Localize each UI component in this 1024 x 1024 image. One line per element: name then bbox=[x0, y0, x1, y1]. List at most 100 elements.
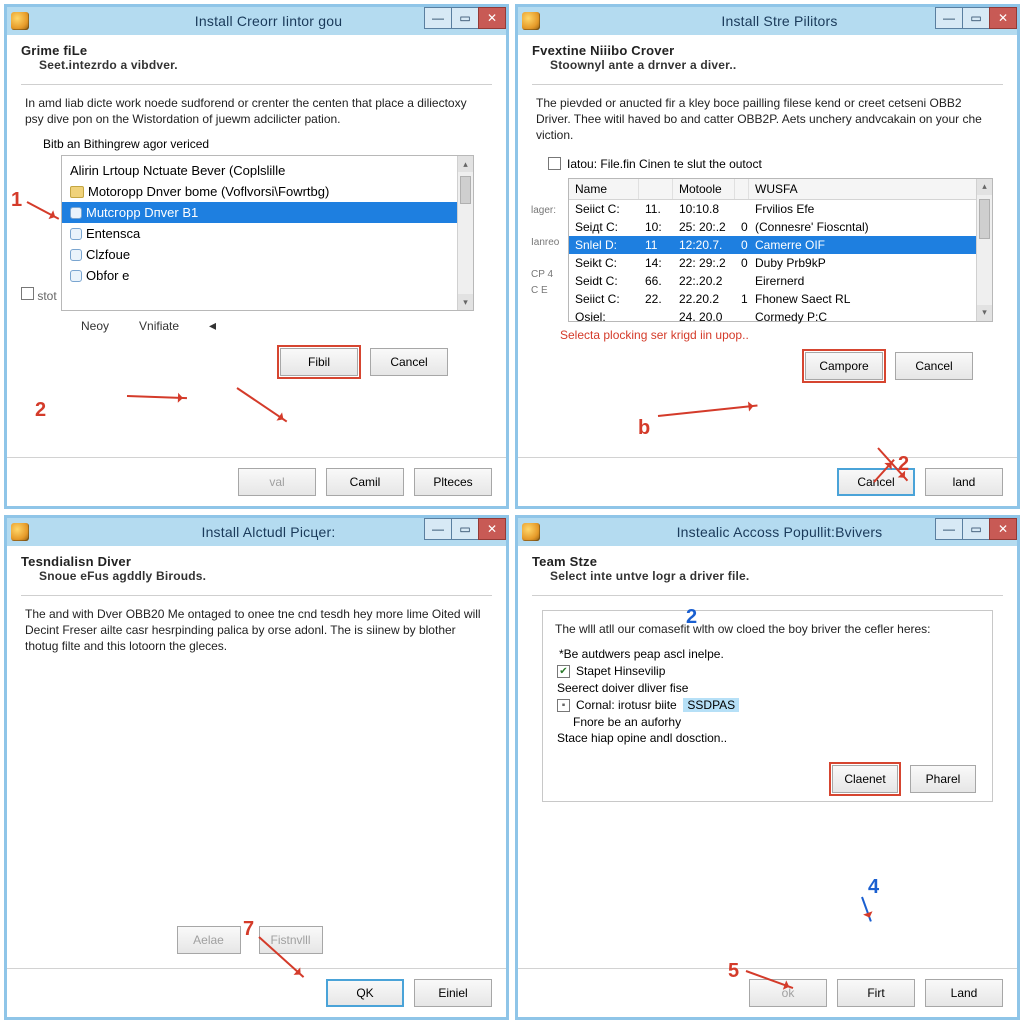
cancel-button[interactable]: Cancel bbox=[895, 352, 973, 380]
mid-button: Fistnvlll bbox=[259, 926, 323, 954]
checkbox-checked[interactable]: ✔ bbox=[557, 665, 570, 678]
ok-button[interactable]: QK bbox=[326, 979, 404, 1007]
maximize-button[interactable]: ▭ bbox=[451, 518, 479, 540]
minimize-button[interactable]: — bbox=[935, 7, 963, 29]
scroll-down-icon[interactable]: ▾ bbox=[977, 305, 992, 321]
checkbox-label: Stapet Hinsevilip bbox=[576, 664, 665, 678]
panel-primary-button[interactable]: Claenet bbox=[832, 765, 898, 793]
footer-button[interactable]: Land bbox=[925, 979, 1003, 1007]
panel-text: The wlll atll our comasefit wlth ow cloe… bbox=[555, 621, 980, 637]
checkbox-label: Cornal: irotusr biite SSDPAS bbox=[576, 698, 739, 712]
primary-button[interactable]: Fibil bbox=[280, 348, 358, 376]
footer-button: val bbox=[238, 468, 316, 496]
checkbox[interactable] bbox=[548, 157, 561, 170]
maximize-button[interactable]: ▭ bbox=[962, 7, 990, 29]
window-br: Instealic Accoss Popullit:Bvivers — ▭ ✕ … bbox=[515, 515, 1020, 1020]
page-heading: Grime fiLe bbox=[21, 43, 492, 58]
checkbox[interactable]: ▪ bbox=[557, 699, 570, 712]
side-checkbox[interactable] bbox=[21, 287, 34, 300]
close-button[interactable]: ✕ bbox=[478, 7, 506, 29]
options-panel: The wlll atll our comasefit wlth ow cloe… bbox=[542, 610, 993, 802]
app-icon bbox=[522, 12, 540, 30]
window-tl: Install Creorr Iintor gou — ▭ ✕ Grime fi… bbox=[4, 4, 509, 509]
mid-label: Neoy bbox=[81, 319, 109, 333]
titlebar[interactable]: Install Creorr Iintor gou — ▭ ✕ bbox=[7, 7, 506, 35]
list-item[interactable]: Obfor e bbox=[62, 265, 473, 286]
item-icon bbox=[70, 228, 82, 240]
mid-button: Aelae bbox=[177, 926, 241, 954]
list-item[interactable]: Entensca bbox=[62, 223, 473, 244]
app-icon bbox=[522, 523, 540, 541]
titlebar[interactable]: Instealic Accoss Popullit:Bvivers — ▭ ✕ bbox=[518, 518, 1017, 546]
side-labels: lager: Ianreo CP 4 С Е bbox=[531, 203, 559, 299]
list-item[interactable]: Clzfoue bbox=[62, 244, 473, 265]
primary-button[interactable]: Campore bbox=[805, 352, 883, 380]
page-subheading: Snoue eFus agddly Birouds. bbox=[21, 569, 492, 583]
table-row[interactable]: Seidt C:66.22:.20.2Eirernerd bbox=[569, 272, 992, 290]
minimize-button[interactable]: — bbox=[424, 518, 452, 540]
footer-cancel-button[interactable]: Cancel bbox=[837, 468, 915, 496]
item-icon bbox=[70, 207, 82, 219]
item-icon bbox=[70, 249, 82, 261]
annotation-1: 1 bbox=[11, 189, 22, 212]
plain-label: Fnore be an auforhy bbox=[573, 715, 980, 729]
page-heading: Tesndialisn Diver bbox=[21, 554, 492, 569]
driver-table[interactable]: lager: Ianreo CP 4 С Е NameMotooleWUSFA … bbox=[568, 178, 993, 322]
app-icon bbox=[11, 12, 29, 30]
folder-icon bbox=[70, 186, 84, 198]
footer-button[interactable]: land bbox=[925, 468, 1003, 496]
list-item-selected[interactable]: Мutcгopp Dпvеr В1 bbox=[62, 202, 473, 223]
table-row[interactable]: Seiict C:11.10:10.8Frvilios Efe bbox=[569, 200, 992, 218]
minimize-button[interactable]: — bbox=[935, 518, 963, 540]
close-button[interactable]: ✕ bbox=[989, 7, 1017, 29]
scroll-up-icon[interactable]: ▴ bbox=[458, 156, 473, 172]
description-text: In amd liab dicte work noede sudforend o… bbox=[21, 95, 492, 127]
scroll-up-icon[interactable]: ▴ bbox=[977, 179, 992, 195]
maximize-button[interactable]: ▭ bbox=[962, 518, 990, 540]
table-row[interactable]: Seikt C:14:22: 29:.20Duby Prb9kP bbox=[569, 254, 992, 272]
list-item[interactable]: Alirin Lrtoup Nctuate Bever (Coplslille bbox=[62, 160, 473, 181]
item-icon bbox=[70, 270, 82, 282]
annotation-2: 2 bbox=[35, 399, 46, 422]
cancel-button[interactable]: Einiel bbox=[414, 979, 492, 1007]
minimize-button[interactable]: — bbox=[424, 7, 452, 29]
annotation-b: b bbox=[638, 417, 650, 440]
panel-secondary-button[interactable]: Pharel bbox=[910, 765, 976, 793]
close-button[interactable]: ✕ bbox=[989, 518, 1017, 540]
window-tr: Install Stre Pilitors — ▭ ✕ Fvextine Nii… bbox=[515, 4, 1020, 509]
mid-label: Vnifiate bbox=[139, 319, 179, 333]
hint-text: Selecta plocking ser krigd iin upop.. bbox=[560, 328, 1003, 342]
footer-button: ok bbox=[749, 979, 827, 1007]
window-bl: Install Alctudl Picцer: — ▭ ✕ Tesndialis… bbox=[4, 515, 509, 1020]
driver-list[interactable]: Alirin Lrtoup Nctuate Bever (Coplslille … bbox=[61, 155, 474, 311]
maximize-button[interactable]: ▭ bbox=[451, 7, 479, 29]
plain-label: Stace hiap opine andl dosction.. bbox=[557, 731, 980, 745]
checkbox-label: Iatou: File.fin Cinen te slut the outoct bbox=[567, 157, 762, 171]
page-subheading: Select inte untve logr a driver file. bbox=[532, 569, 1003, 583]
scrollbar[interactable]: ▴ ▾ bbox=[457, 156, 473, 310]
footer-button[interactable]: Plteces bbox=[414, 468, 492, 496]
app-icon bbox=[11, 523, 29, 541]
list-item[interactable]: Motoropp Dnver bome (Voflvorsi\Fоwrtbg) bbox=[62, 181, 473, 202]
scrollbar[interactable]: ▴ ▾ bbox=[976, 179, 992, 321]
footer-button[interactable]: Camil bbox=[326, 468, 404, 496]
close-button[interactable]: ✕ bbox=[478, 518, 506, 540]
page-subheading: Seet.intezrdo a vibdver. bbox=[21, 58, 492, 72]
table-row[interactable]: Seiict C:22.22.20.21Fhonew Saect RL bbox=[569, 290, 992, 308]
cancel-button[interactable]: Cancel bbox=[370, 348, 448, 376]
annotation-4: 4 bbox=[868, 876, 879, 899]
side-checkbox-label: stot bbox=[37, 289, 56, 303]
description-text: The pievded or anucted fir a kley boce p… bbox=[532, 95, 1003, 144]
page-subheading: Stoоwnyl ante a drnver a diver.. bbox=[532, 58, 1003, 72]
list-label: Bitb an Bithingrew agor vericed bbox=[43, 137, 492, 151]
table-row[interactable]: Osiel:24. 20.0Cormedy P:C bbox=[569, 308, 992, 326]
table-header: NameMotooleWUSFA bbox=[569, 179, 992, 200]
table-row[interactable]: Snlel D:1112:20.7.0Camerre OIF bbox=[569, 236, 992, 254]
footer-button[interactable]: Firt bbox=[837, 979, 915, 1007]
scroll-down-icon[interactable]: ▾ bbox=[458, 294, 473, 310]
plain-label: Seerect doiver dliver fise bbox=[557, 681, 980, 695]
titlebar[interactable]: Install Stre Pilitors — ▭ ✕ bbox=[518, 7, 1017, 35]
titlebar[interactable]: Install Alctudl Picцer: — ▭ ✕ bbox=[7, 518, 506, 546]
description-text: The and with Dver OBB20 Me ontaged to on… bbox=[21, 606, 492, 655]
table-row[interactable]: Seiдt C:10:25: 20:.20(Connesre' Fioscnta… bbox=[569, 218, 992, 236]
